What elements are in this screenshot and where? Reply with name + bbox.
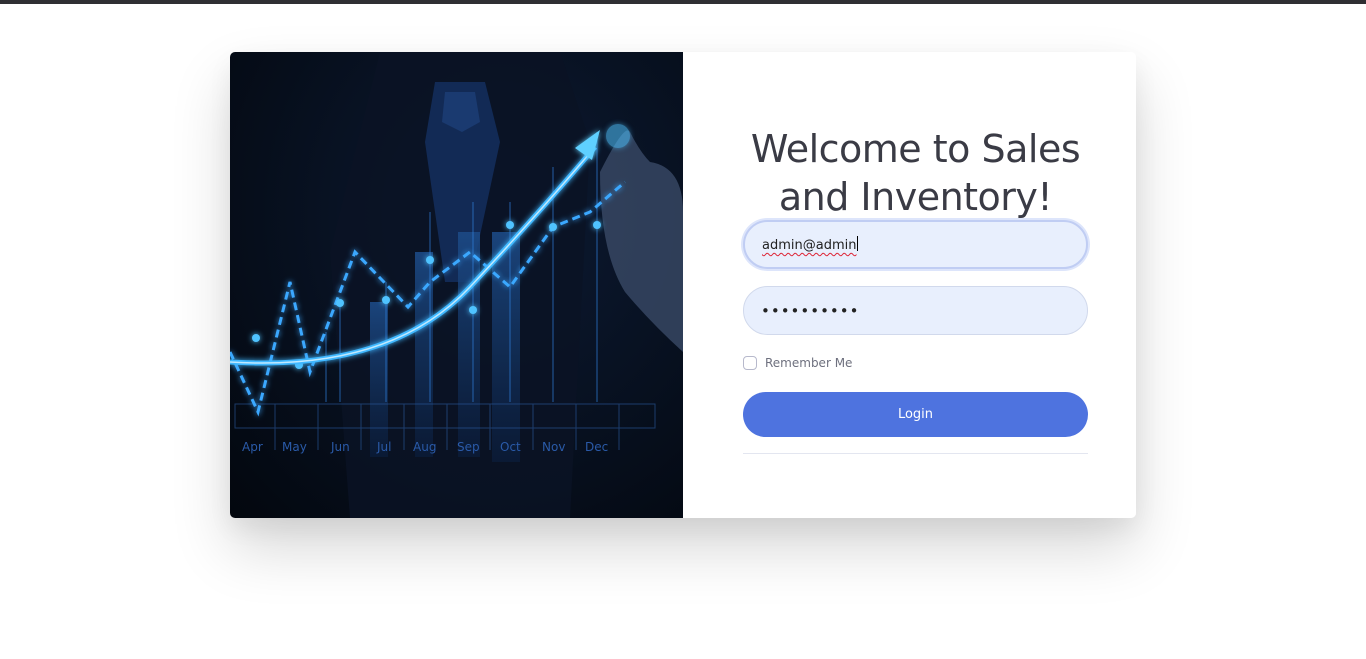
- password-field[interactable]: ••••••••••: [743, 286, 1088, 335]
- hero-month-label: Jul: [376, 440, 391, 454]
- remember-me-row[interactable]: Remember Me: [743, 356, 852, 370]
- login-panel: Welcome to Sales and Inventory! admin@ad…: [683, 52, 1136, 518]
- remember-me-label: Remember Me: [765, 356, 853, 370]
- hero-month-label: Nov: [542, 440, 565, 454]
- password-value: ••••••••••: [761, 302, 860, 320]
- remember-me-checkbox[interactable]: [743, 356, 757, 370]
- text-caret: [857, 236, 859, 251]
- hero-month-label: Jun: [330, 440, 350, 454]
- hero-month-label: Sep: [457, 440, 480, 454]
- email-field[interactable]: admin@admin: [743, 220, 1088, 269]
- login-card: Apr May Jun Jul Aug Sep Oct Nov Dec Welc…: [230, 52, 1136, 518]
- hero-month-label: Aug: [413, 440, 436, 454]
- page-title: Welcome to Sales and Inventory!: [750, 127, 1081, 220]
- hero-month-label: May: [282, 440, 307, 454]
- hero-month-label: Dec: [585, 440, 608, 454]
- hero-month-labels: Apr May Jun Jul Aug Sep Oct Nov Dec: [242, 440, 608, 454]
- hero-chart-illustration: Apr May Jun Jul Aug Sep Oct Nov Dec: [230, 52, 683, 518]
- login-button[interactable]: Login: [743, 392, 1088, 437]
- hero-image: Apr May Jun Jul Aug Sep Oct Nov Dec: [230, 52, 683, 518]
- email-value: admin@admin: [762, 238, 857, 253]
- top-bar: [0, 0, 1366, 4]
- divider: [743, 453, 1088, 454]
- hero-month-label: Oct: [500, 440, 521, 454]
- hero-month-label: Apr: [242, 440, 263, 454]
